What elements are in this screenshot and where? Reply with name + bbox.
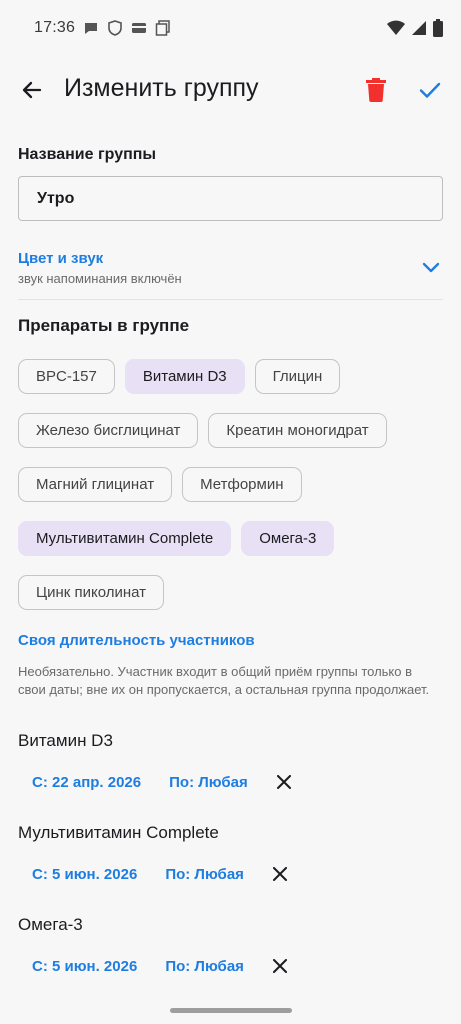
confirm-button[interactable] <box>412 74 448 110</box>
chip-row: Цинк пиколинат <box>18 575 448 610</box>
screen-icon <box>155 20 171 36</box>
group-name-label: Название группы <box>18 146 157 163</box>
chip-zinc-picolinate[interactable]: Цинк пиколинат <box>18 575 165 610</box>
color-sound-title: Цвет и звук <box>18 250 104 267</box>
chat-bubble-icon <box>83 20 99 36</box>
own-duration-description: Необязательно. Участник входит в общий п… <box>18 664 430 697</box>
chip-creatine[interactable]: Креатин моногидрат <box>208 413 387 448</box>
participant-item: Омега-3 С: 5 июн. 2026 По: Любая <box>18 915 443 977</box>
chip-row: BPC-157 Витамин D3 Глицин <box>18 359 448 394</box>
color-sound-subtitle: звук напоминания включён <box>18 271 182 286</box>
card-icon <box>131 20 147 36</box>
to-date-button[interactable]: По: Любая <box>169 774 248 791</box>
chip-metformin[interactable]: Метформин <box>182 467 302 502</box>
check-icon <box>418 78 442 107</box>
page-title: Изменить группу <box>64 74 259 102</box>
participant-dates: С: 5 июн. 2026 По: Любая <box>18 955 443 977</box>
chip-row: Мультивитамин Complete Омега-3 <box>18 521 448 556</box>
medications-title: Препараты в группе <box>18 316 190 335</box>
participant-name: Витамин D3 <box>18 731 113 750</box>
chip-glycine[interactable]: Глицин <box>254 359 341 394</box>
color-sound-section[interactable]: Цвет и звук звук напоминания включён <box>18 250 443 300</box>
chip-row: Железо бисглицинат Креатин моногидрат <box>18 413 448 448</box>
participant-item: Витамин D3 С: 22 апр. 2026 По: Любая <box>18 731 443 793</box>
chip-vitamin-d3[interactable]: Витамин D3 <box>124 359 245 394</box>
own-duration-title[interactable]: Своя длительность участников <box>18 632 255 649</box>
to-date-button[interactable]: По: Любая <box>165 866 244 883</box>
app-bar: Изменить группу <box>0 60 461 122</box>
back-button[interactable] <box>14 74 50 110</box>
home-indicator[interactable] <box>170 1008 292 1013</box>
status-bar: 17:36 <box>0 0 461 56</box>
arrow-left-icon <box>20 78 44 107</box>
to-date-button[interactable]: По: Любая <box>165 958 244 975</box>
battery-icon <box>433 19 443 37</box>
chip-row: Магний глицинат Метформин <box>18 467 448 502</box>
chip-magnesium-glycinate[interactable]: Магний глицинат <box>18 467 173 502</box>
close-icon[interactable] <box>270 864 290 884</box>
status-icons-left <box>83 20 171 36</box>
participant-name: Омега-3 <box>18 915 83 934</box>
chip-omega-3[interactable]: Омега-3 <box>241 521 335 556</box>
from-date-button[interactable]: С: 5 июн. 2026 <box>32 958 137 975</box>
chip-iron-bisglycinate[interactable]: Железо бисглицинат <box>18 413 199 448</box>
medication-chips: BPC-157 Витамин D3 Глицин Железо бисглиц… <box>18 359 448 629</box>
chevron-down-icon[interactable] <box>419 256 443 280</box>
signal-icon <box>411 20 427 36</box>
from-date-button[interactable]: С: 22 апр. 2026 <box>32 774 141 791</box>
participant-dates: С: 5 июн. 2026 По: Любая <box>18 863 443 885</box>
trash-icon <box>366 77 386 107</box>
status-icons-right <box>387 19 443 37</box>
chip-bpc-157[interactable]: BPC-157 <box>18 359 115 394</box>
close-icon[interactable] <box>274 772 294 792</box>
group-name-input[interactable] <box>18 176 443 221</box>
status-time: 17:36 <box>34 19 76 36</box>
participant-dates: С: 22 апр. 2026 По: Любая <box>18 771 443 793</box>
from-date-button[interactable]: С: 5 июн. 2026 <box>32 866 137 883</box>
close-icon[interactable] <box>270 956 290 976</box>
shield-icon <box>107 20 123 36</box>
participant-item: Мультивитамин Complete С: 5 июн. 2026 По… <box>18 823 443 885</box>
delete-button[interactable] <box>358 74 394 110</box>
participant-name: Мультивитамин Complete <box>18 823 219 842</box>
chip-multivitamin[interactable]: Мультивитамин Complete <box>18 521 232 556</box>
wifi-icon <box>387 20 405 36</box>
